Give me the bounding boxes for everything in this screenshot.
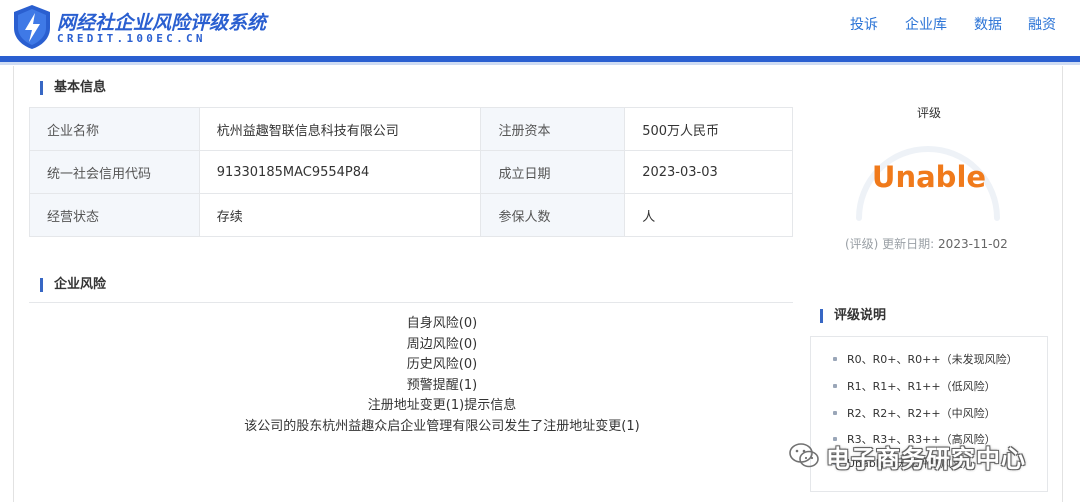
business-status-value: 存续 <box>198 193 482 237</box>
risk-self[interactable]: 自身风险(0) <box>29 314 855 335</box>
insured-count-label: 参保人数 <box>480 193 626 237</box>
logo-subtitle: CREDIT.100EC.CN <box>57 32 206 45</box>
shield-logo-icon[interactable] <box>12 4 52 50</box>
registered-capital-label: 注册资本 <box>480 107 626 151</box>
risk-address-change[interactable]: 注册地址变更(1)提示信息 <box>29 396 855 417</box>
credit-code-label: 统一社会信用代码 <box>29 150 200 194</box>
company-name-label: 企业名称 <box>29 107 200 151</box>
risk-history[interactable]: 历史风险(0) <box>29 355 855 376</box>
logo-title: 网经社企业风险评级系统 <box>57 12 267 34</box>
content-border-right <box>1062 66 1063 502</box>
nav-financing[interactable]: 融资 <box>1028 14 1056 34</box>
rating-value: Unable <box>871 160 987 194</box>
wechat-icon <box>789 443 819 468</box>
nav-complaint[interactable]: 投诉 <box>850 14 878 34</box>
risk-heading: 企业风险 <box>40 277 106 293</box>
basic-info-heading: 基本信息 <box>40 80 106 96</box>
risk-list: 自身风险(0) 周边风险(0) 历史风险(0) 预警提醒(1) 注册地址变更(1… <box>29 314 855 437</box>
site-header: 网经社企业风险评级系统 CREDIT.100EC.CN 投诉 企业库 数据 融资 <box>0 0 1080 56</box>
risk-shareholder-address-change[interactable]: 该公司的股东杭州益趣众启企业管理有限公司发生了注册地址变更(1) <box>29 417 855 438</box>
rating-label: 评级 <box>916 106 941 120</box>
rating-update-date: 2023-11-02 <box>938 237 1008 251</box>
table-row: 统一社会信用代码 91330185MAC9554P84 成立日期 2023-03… <box>29 150 793 194</box>
rating-update-label: (评级) 更新日期: <box>845 237 939 251</box>
explain-item-r2: R2、R2+、R2++（中风险） <box>833 405 996 421</box>
registered-capital-value: 500万人民币 <box>624 107 793 151</box>
business-status-label: 经营状态 <box>29 193 200 237</box>
watermark-text: 电子商务研究中心 <box>826 444 1026 473</box>
rating-update-line: (评级) 更新日期: 2023-11-02 <box>845 235 1008 252</box>
basic-info-table: 企业名称 杭州益趣智联信息科技有限公司 注册资本 500万人民币 统一社会信用代… <box>29 107 793 237</box>
risk-surrounding[interactable]: 周边风险(0) <box>29 335 855 356</box>
founded-date-value: 2023-03-03 <box>624 150 793 194</box>
explain-heading: 评级说明 <box>820 308 886 324</box>
nav-data[interactable]: 数据 <box>974 14 1002 34</box>
nav-company-library[interactable]: 企业库 <box>905 14 947 34</box>
company-name-value: 杭州益趣智联信息科技有限公司 <box>198 107 482 151</box>
content-border-left <box>13 66 14 502</box>
header-accent-shadow <box>0 62 1080 65</box>
risk-warning[interactable]: 预警提醒(1) <box>29 376 855 397</box>
explain-item-r0: R0、R0+、R0++（未发现风险） <box>833 351 1018 367</box>
credit-code-value: 91330185MAC9554P84 <box>198 150 482 194</box>
risk-divider <box>29 302 793 303</box>
table-row: 经营状态 存续 参保人数 人 <box>29 193 793 237</box>
founded-date-label: 成立日期 <box>480 150 626 194</box>
watermark: 电子商务研究中心 <box>788 438 1026 474</box>
table-row: 企业名称 杭州益趣智联信息科技有限公司 注册资本 500万人民币 <box>29 107 793 151</box>
explain-item-r1: R1、R1+、R1++（低风险） <box>833 378 996 394</box>
insured-count-value: 人 <box>624 193 793 237</box>
